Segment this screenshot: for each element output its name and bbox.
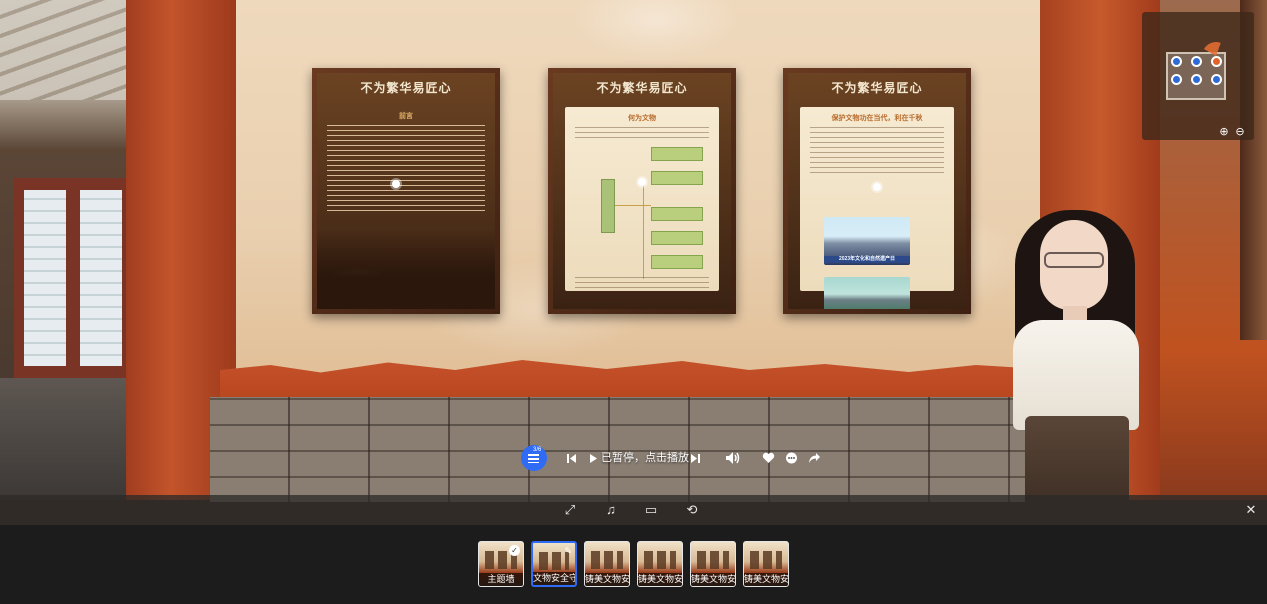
playlist-button[interactable]: 3/6 [521,445,547,471]
map-hotspot-current[interactable] [1211,56,1222,67]
zoom-out-icon[interactable]: ⊖ [1234,126,1246,138]
poster-footer-text [575,277,709,291]
comment-icon[interactable] [785,452,798,465]
thumbnail-preview [591,551,623,569]
map-hotspot[interactable] [1211,74,1222,85]
volume-icon[interactable] [725,451,740,465]
vr-mode-icon[interactable]: ▭ [643,502,659,518]
mindmap-node [651,231,703,245]
playlist-icon [528,454,539,463]
poster-preface[interactable]: 不为繁华易匠心 前言 [312,68,500,314]
poster-body-text [810,127,944,173]
thumbnail-label: 铸美文物安全 [744,573,788,586]
zoom-in-icon[interactable]: ⊕ [1218,126,1230,138]
narration-player: 3/6 已暂停，点击播放 [521,445,831,471]
poster-title: 不为繁华易匠心 [831,81,923,95]
current-scene-icon: ✎ [564,546,572,556]
scene-thumbnail-strip: ✓ 主题墙 ✎ 文物安全守护 铸美文物安全 铸美文物安全 铸美文物安全 铸美文物… [0,525,1267,604]
scene-thumbnail[interactable]: 铸美文物安全 [743,541,789,587]
bottom-toolbar: ⤢ ♫ ▭ ⟲ ✕ [0,495,1267,525]
playlist-count: 3/6 [533,447,542,453]
scene-thumbnail-active[interactable]: ✎ 文物安全守护 [531,541,577,587]
poster-panel: 不为繁华易匠心 前言 [317,73,495,309]
gyroscope-icon[interactable]: ⟲ [684,502,700,518]
event-photo [824,277,910,309]
photo-caption: 2023年文化和自然遗产日 [824,256,910,263]
avatar-skirt [1025,416,1129,504]
skip-previous-icon[interactable] [566,453,577,464]
door-pane [80,190,122,366]
poster-heading: 前言 [399,111,413,120]
poster-heading: 何为文物 [628,113,656,122]
music-toggle-icon[interactable]: ♫ [603,502,619,518]
scene-thumbnail[interactable]: 铸美文物安全 [690,541,736,587]
map-hotspot[interactable] [1171,74,1182,85]
thumbnail-label: 文物安全守护 [533,572,575,585]
map-hotspot[interactable] [1191,74,1202,85]
door-pane [24,190,66,366]
poster-protect-relics[interactable]: 不为繁华易匠心 保护文物功在当代，利在千秋 2023年文化和自然遗产日 [783,68,971,314]
virtual-guide-avatar [995,210,1155,504]
heart-icon[interactable] [762,452,775,464]
poster-panel: 不为繁华易匠心 何为文物 [553,73,731,309]
thumbnail-preview [750,551,782,569]
poster-illustration [317,229,495,309]
poster-title: 不为繁华易匠心 [360,81,452,95]
poster-heading: 保护文物功在当代，利在千秋 [831,113,923,122]
visited-check-icon: ✓ [509,545,520,556]
info-hotspot[interactable] [873,183,881,191]
thumbnail-label: 主题墙 [479,573,523,586]
thumbnail-label: 铸美文物安全 [691,573,735,586]
scene-thumbnail[interactable]: ✓ 主题墙 [478,541,524,587]
share-icon[interactable] [808,452,821,464]
scene-thumbnail[interactable]: 铸美文物安全 [584,541,630,587]
poster-what-is-relic[interactable]: 不为繁华易匠心 何为文物 [548,68,736,314]
poster-panel: 不为繁华易匠心 保护文物功在当代，利在千秋 2023年文化和自然遗产日 [788,73,966,309]
avatar-glasses [1044,252,1104,268]
thumbnail-label: 铸美文物安全 [638,573,682,586]
poster-parchment: 保护文物功在当代，利在千秋 2023年文化和自然遗产日 [800,107,954,309]
mindmap-line [643,183,644,279]
fullscreen-icon[interactable]: ⤢ [562,502,578,518]
poster-body-text [575,127,709,141]
mindmap-root [601,179,615,233]
poster-body-text [327,125,485,213]
avatar-blouse [1013,320,1139,430]
map-hotspot[interactable] [1171,56,1182,67]
mindmap-node [651,147,703,161]
poster-parchment: 何为文物 [565,107,719,291]
mindmap-line [615,205,651,206]
mindmap-node [651,255,703,269]
play-icon[interactable] [589,453,598,464]
skip-next-icon[interactable] [690,453,701,464]
poster-title: 不为繁华易匠心 [596,81,688,95]
info-hotspot[interactable] [638,178,646,186]
thumbnail-label: 铸美文物安全 [585,573,629,586]
mindmap-node [651,207,703,221]
close-icon[interactable]: ✕ [1243,502,1259,518]
info-hotspot[interactable] [392,180,400,188]
scene-thumbnail[interactable]: 铸美文物安全 [637,541,683,587]
mindmap-node [651,171,703,185]
floor-plan-minimap[interactable]: ⊕ ⊖ [1142,12,1254,140]
thumbnail-preview [697,551,729,569]
thumbnail-preview [644,551,676,569]
lattice-door [14,178,132,378]
map-hotspot[interactable] [1191,56,1202,67]
playback-status[interactable]: 已暂停，点击播放 [601,450,689,466]
